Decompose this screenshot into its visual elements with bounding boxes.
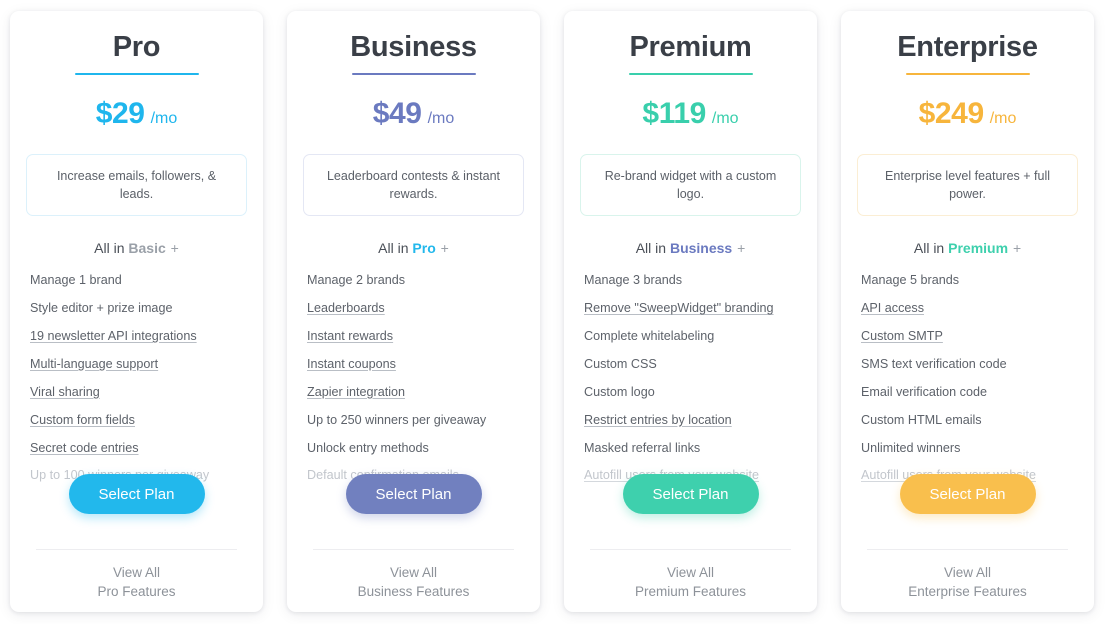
price-period: /mo — [711, 110, 739, 128]
view-all-line2: Enterprise Features — [908, 583, 1027, 599]
feature-item-link[interactable]: Instant rewards — [307, 328, 524, 344]
price-amount: $29 — [95, 97, 145, 131]
plan-title: Enterprise — [897, 31, 1038, 63]
feature-list: Manage 3 brands Remove "SweepWidget" bran… — [580, 272, 801, 495]
price-period: /mo — [989, 110, 1017, 128]
pricing-table: Pro $29/mo Increase emails, followers, & l… — [0, 0, 1108, 624]
plan-price: $249/mo — [919, 97, 1017, 131]
view-all-line1: View All — [943, 565, 992, 580]
inherits-plus-sign: + — [170, 240, 179, 257]
card-divider — [867, 549, 1068, 550]
plan-card-enterprise: Enterprise $249/mo Enterprise level featur… — [841, 11, 1094, 612]
inherits-label: All in Pro + — [378, 240, 449, 256]
plan-title: Business — [350, 31, 477, 63]
plan-description: Increase emails, followers, & leads. — [26, 154, 247, 217]
view-all-line1: View All — [112, 565, 161, 580]
feature-item: Custom CSS — [584, 356, 657, 371]
inherits-plan-name: Business — [669, 240, 733, 257]
feature-item-link[interactable]: Zapier integration — [307, 384, 524, 400]
feature-item: Manage 2 brands — [307, 273, 406, 288]
card-divider — [36, 549, 237, 550]
plan-price: $49/mo — [373, 97, 455, 131]
feature-item: Unlimited winners — [861, 440, 961, 455]
inherits-label: All in Basic + — [94, 240, 179, 256]
inherits-prefix: All in — [913, 240, 945, 257]
feature-item-link[interactable]: Secret code entries — [30, 440, 247, 456]
plan-card-pro: Pro $29/mo Increase emails, followers, & l… — [10, 11, 263, 612]
feature-list: Manage 5 brands API access Custom SMTP SMS … — [857, 272, 1078, 495]
plan-description: Re-brand widget with a custom logo. — [580, 154, 801, 217]
feature-item: Style editor + prize image — [30, 301, 173, 316]
price-period: /mo — [427, 110, 455, 128]
plan-price: $29/mo — [96, 97, 178, 131]
feature-item-link[interactable]: API access — [861, 300, 1078, 316]
view-all-line1: View All — [666, 565, 715, 580]
feature-item-link[interactable]: Remove "SweepWidget" branding — [584, 300, 801, 316]
plan-title-underline — [628, 73, 753, 76]
view-all-line1: View All — [389, 565, 438, 580]
plan-card-business: Business $49/mo Leaderboard contests & ins… — [287, 11, 540, 612]
price-amount: $249 — [918, 97, 985, 131]
price-amount: $49 — [372, 97, 422, 131]
view-all-line2: Pro Features — [97, 583, 176, 599]
feature-item: Manage 1 brand — [30, 273, 122, 288]
plan-title-underline — [74, 73, 199, 76]
view-all-line2: Premium Features — [634, 583, 747, 599]
feature-item: Manage 5 brands — [861, 273, 960, 288]
inherits-label: All in Business + — [636, 240, 746, 256]
feature-item: Custom HTML emails — [861, 412, 982, 427]
feature-item: Custom logo — [584, 384, 655, 399]
plan-card-premium: Premium $119/mo Re-brand widget with a cus… — [564, 11, 817, 612]
inherits-prefix: All in — [635, 240, 667, 257]
select-plan-button[interactable]: Select Plan — [899, 474, 1036, 514]
inherits-plus-sign: + — [440, 240, 449, 257]
plan-title-underline — [905, 73, 1030, 76]
feature-item-link[interactable]: Restrict entries by location — [584, 412, 801, 428]
plan-title: Pro — [112, 31, 161, 63]
inherits-prefix: All in — [378, 240, 409, 257]
feature-item-link[interactable]: Leaderboards — [307, 300, 524, 316]
plan-price: $119/mo — [642, 97, 738, 131]
feature-item-link[interactable]: Viral sharing — [30, 384, 247, 400]
feature-item: Up to 250 winners per giveaway — [307, 412, 487, 427]
inherits-plan-name: Premium — [948, 240, 1009, 257]
inherits-plan-name: Basic — [128, 240, 166, 257]
plan-title: Premium — [629, 31, 752, 63]
price-amount: $119 — [642, 97, 706, 131]
feature-item-link[interactable]: Multi-language support — [30, 356, 247, 372]
feature-item-link[interactable]: Instant coupons — [307, 356, 524, 372]
select-plan-button[interactable]: Select Plan — [622, 474, 759, 514]
feature-item: SMS text verification code — [861, 356, 1007, 371]
view-all-features-link[interactable]: View All Enterprise Features — [841, 564, 1094, 601]
view-all-line2: Business Features — [357, 583, 470, 599]
inherits-plan-name: Pro — [412, 240, 436, 257]
plan-description: Enterprise level features + full power. — [857, 154, 1078, 217]
inherits-plus-sign: + — [737, 240, 746, 257]
feature-list: Manage 1 brand Style editor + prize image… — [26, 272, 247, 495]
card-divider — [313, 549, 514, 550]
feature-item-link[interactable]: Custom SMTP — [861, 328, 1078, 344]
price-period: /mo — [150, 110, 178, 128]
select-plan-button[interactable]: Select Plan — [345, 474, 482, 514]
inherits-prefix: All in — [94, 240, 125, 257]
view-all-features-link[interactable]: View All Pro Features — [10, 564, 263, 601]
plan-title-underline — [351, 73, 476, 76]
feature-item-link[interactable]: Custom form fields — [30, 412, 247, 428]
feature-item: Complete whitelabeling — [584, 329, 715, 344]
card-divider — [590, 549, 791, 550]
feature-list: Manage 2 brands Leaderboards Instant rewar… — [303, 272, 524, 495]
feature-item: Email verification code — [861, 384, 987, 399]
feature-item-link[interactable]: 19 newsletter API integrations — [30, 328, 247, 344]
inherits-plus-sign: + — [1012, 240, 1022, 257]
plan-description: Leaderboard contests & instant rewards. — [303, 154, 524, 217]
inherits-label: All in Premium + — [914, 240, 1021, 256]
feature-item: Manage 3 brands — [584, 273, 683, 288]
view-all-features-link[interactable]: View All Business Features — [287, 564, 540, 601]
view-all-features-link[interactable]: View All Premium Features — [564, 564, 817, 601]
feature-item: Masked referral links — [584, 440, 701, 455]
select-plan-button[interactable]: Select Plan — [68, 474, 205, 514]
feature-item: Unlock entry methods — [307, 440, 429, 455]
